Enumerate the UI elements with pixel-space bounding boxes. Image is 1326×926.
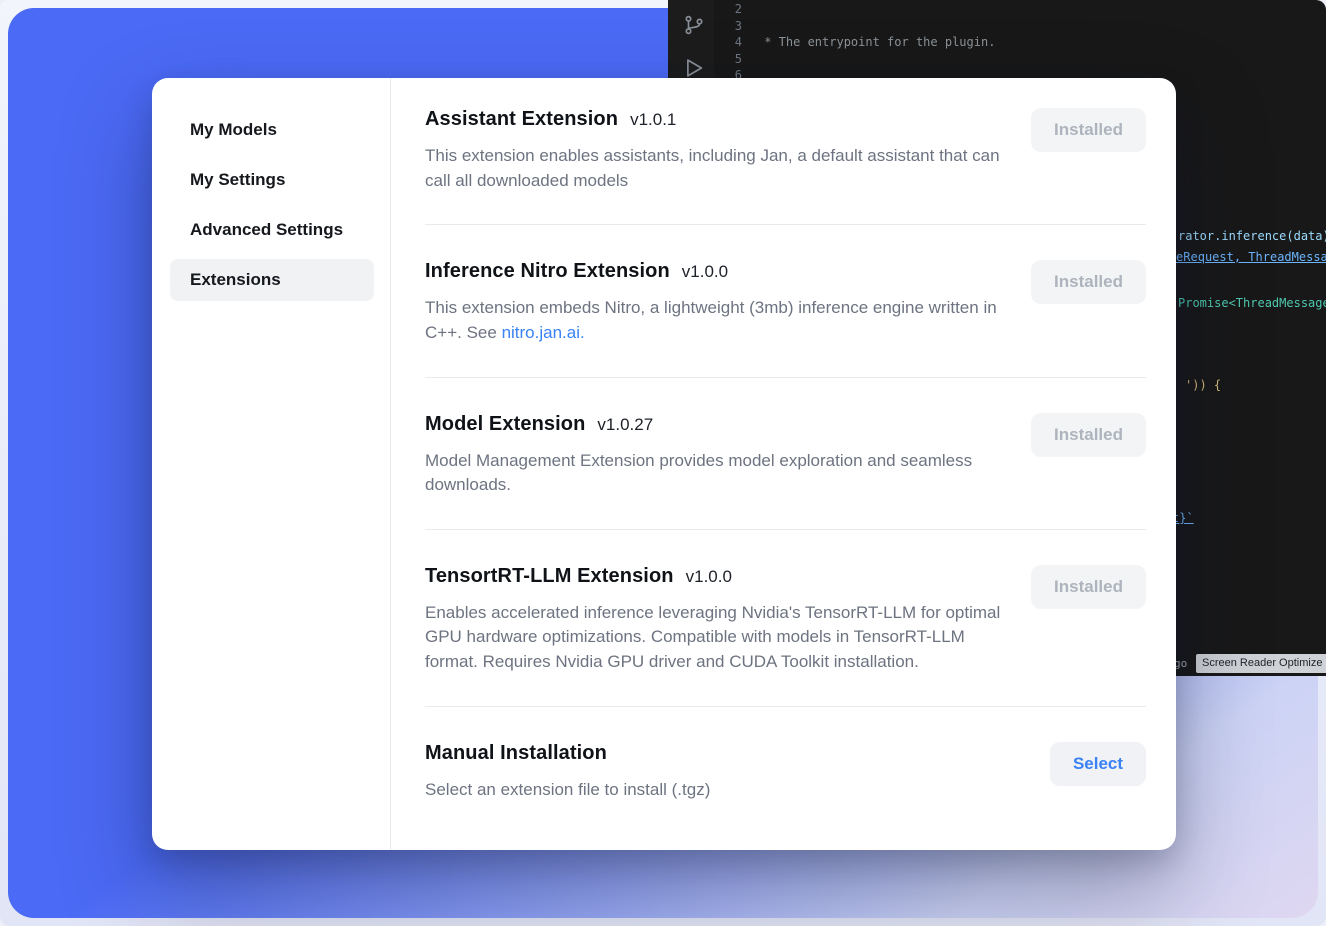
screen-reader-status-badge: Screen Reader Optimize [1196, 654, 1326, 673]
settings-modal: My Models My Settings Advanced Settings … [152, 78, 1176, 850]
extension-row-tensorrt: TensortRT-LLM Extension v1.0.0 Enables a… [425, 530, 1146, 707]
installed-button[interactable]: Installed [1031, 260, 1146, 304]
extension-row-nitro: Inference Nitro Extension v1.0.0 This ex… [425, 225, 1146, 377]
extension-version: v1.0.0 [686, 567, 732, 587]
sidebar-item-label: My Settings [190, 170, 285, 190]
code-comment: * The entrypoint for the plugin. [757, 35, 995, 49]
line-number: 2 [714, 1, 742, 18]
extension-description: Enables accelerated inference leveraging… [425, 601, 1013, 675]
extension-info: Model Extension v1.0.27 Model Management… [425, 413, 1013, 498]
sidebar-item-label: Extensions [190, 270, 281, 290]
sidebar-item-label: Advanced Settings [190, 220, 343, 240]
extensions-panel: Assistant Extension v1.0.1 This extensio… [391, 78, 1176, 850]
line-number: 5 [714, 51, 742, 68]
manual-installation-description: Select an extension file to install (.tg… [425, 778, 710, 803]
code-fragment: ')) { [1185, 378, 1221, 392]
installed-button[interactable]: Installed [1031, 108, 1146, 152]
extension-description: This extension embeds Nitro, a lightweig… [425, 296, 1013, 345]
manual-installation-row: Manual Installation Select an extension … [425, 707, 1146, 834]
screenshot-root: 2 3 4 5 6 * The entrypoint for the plugi… [0, 0, 1326, 926]
extension-description: This extension enables assistants, inclu… [425, 144, 1013, 193]
nitro-jan-ai-link[interactable]: nitro.jan.ai. [502, 323, 585, 342]
sidebar-item-label: My Models [190, 120, 277, 140]
manual-installation-title: Manual Installation [425, 742, 607, 765]
installed-button[interactable]: Installed [1031, 565, 1146, 609]
extension-row-model: Model Extension v1.0.27 Model Management… [425, 378, 1146, 530]
extension-title: Inference Nitro Extension [425, 260, 670, 283]
extension-info: Inference Nitro Extension v1.0.0 This ex… [425, 260, 1013, 345]
sidebar-item-advanced-settings[interactable]: Advanced Settings [170, 209, 374, 251]
extension-row-assistant: Assistant Extension v1.0.1 This extensio… [425, 106, 1146, 225]
source-control-icon[interactable] [683, 13, 705, 37]
sidebar-item-my-settings[interactable]: My Settings [170, 159, 374, 201]
line-number: 3 [714, 18, 742, 35]
sidebar-item-extensions[interactable]: Extensions [170, 259, 374, 301]
extension-version: v1.0.1 [630, 110, 676, 130]
extension-info: TensortRT-LLM Extension v1.0.0 Enables a… [425, 565, 1013, 675]
code-fragment: Promise<ThreadMessage> [1178, 296, 1326, 310]
line-number: 4 [714, 34, 742, 51]
sidebar-item-my-models[interactable]: My Models [170, 109, 374, 151]
code-fragment: rator.inference(data)); [1178, 229, 1326, 243]
select-file-button[interactable]: Select [1050, 742, 1146, 786]
extension-description: Model Management Extension provides mode… [425, 449, 1013, 498]
extension-title: Model Extension [425, 413, 585, 436]
extension-title: TensortRT-LLM Extension [425, 565, 674, 588]
settings-sidebar: My Models My Settings Advanced Settings … [152, 78, 391, 850]
installed-button[interactable]: Installed [1031, 413, 1146, 457]
extension-title: Assistant Extension [425, 108, 618, 131]
extension-version: v1.0.0 [682, 262, 728, 282]
extension-info: Assistant Extension v1.0.1 This extensio… [425, 108, 1013, 193]
extension-version: v1.0.27 [597, 415, 653, 435]
extension-info: Manual Installation Select an extension … [425, 742, 710, 803]
